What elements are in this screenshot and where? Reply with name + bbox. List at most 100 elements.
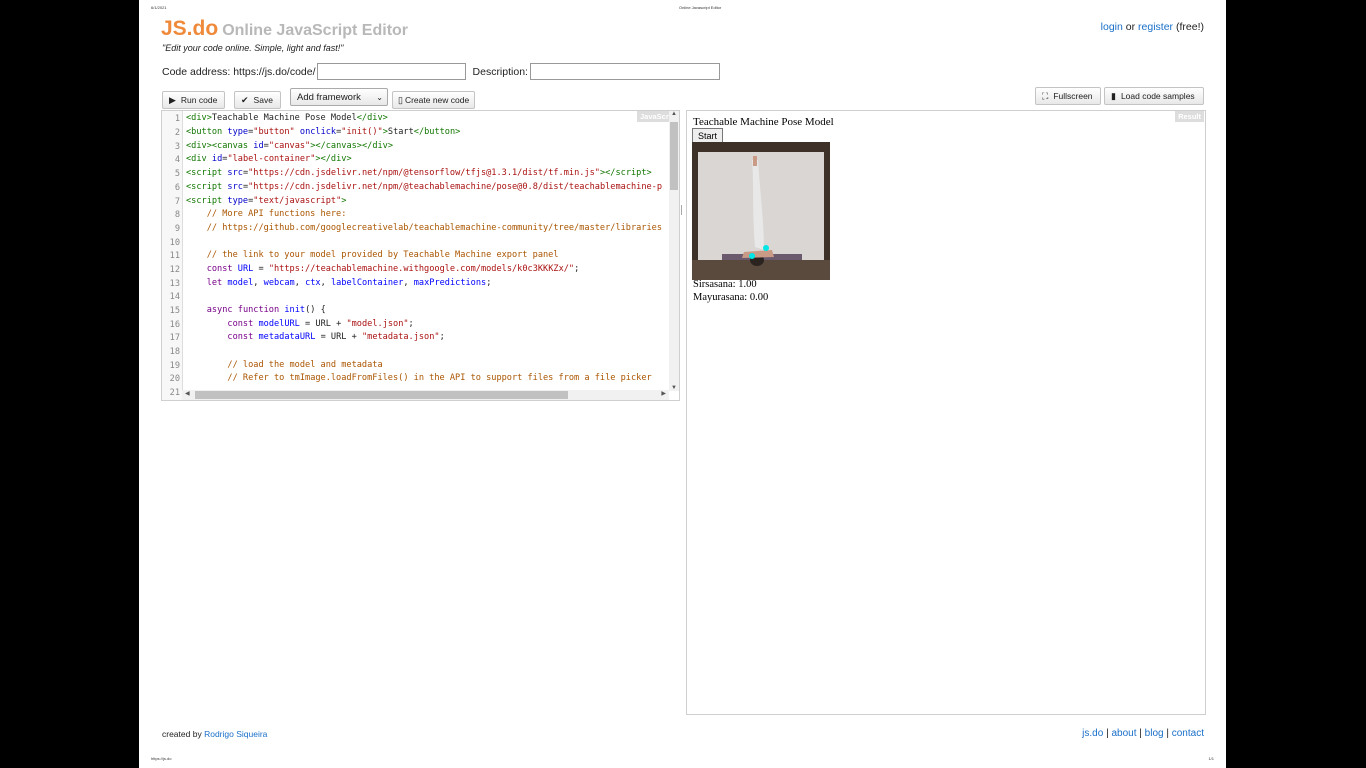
print-title: Online Javascript Editor (679, 5, 722, 10)
code-line[interactable]: const modelURL = URL + "model.json"; (186, 318, 413, 331)
code-line[interactable]: // More API functions here: (186, 208, 347, 221)
code-line[interactable]: // https://github.com/googlecreativelab/… (186, 222, 662, 235)
line-number: 10 (169, 238, 180, 248)
print-date: 6/1/2021 (151, 5, 167, 10)
result-title: Teachable Machine Pose Model (693, 116, 834, 128)
save-button[interactable]: ✔ Save (234, 91, 281, 109)
code-address-input[interactable] (316, 63, 466, 80)
line-number: 5 (174, 169, 180, 179)
code-line[interactable]: <div>Teachable Machine Pose Model</div> (186, 112, 388, 125)
editor-horizontal-scroll-thumb[interactable] (195, 391, 568, 399)
code-line[interactable]: // Refer to tmImage.loadFromFiles() in t… (186, 372, 651, 385)
code-line[interactable]: <script type="text/javascript"> (186, 195, 346, 208)
start-button[interactable]: Start (692, 128, 724, 143)
line-number-gutter: 1 2 3 4 5 6 7 8 9 10 11 12 13 14 15 16 1… (162, 111, 183, 400)
created-by-text: created by (162, 729, 202, 739)
pose-canvas (692, 142, 830, 280)
code-line[interactable]: let model, webcam, ctx, labelContainer, … (186, 277, 492, 290)
line-number: 8 (174, 210, 180, 220)
code-address-label: Code address: https://js.do/code/ (162, 65, 316, 78)
fullscreen-label: Fullscreen (1053, 91, 1093, 101)
play-icon: ▶ (169, 94, 176, 105)
result-label: Result (1175, 111, 1204, 122)
run-code-button[interactable]: ▶ Run code (162, 91, 225, 109)
logo-subtitle: Online JavaScript Editor (222, 22, 409, 39)
keypoint-dot (763, 245, 769, 251)
code-line[interactable]: const metadataURL = URL + "metadata.json… (186, 331, 444, 344)
logo-brand: JS.do (161, 17, 219, 40)
line-number: 19 (169, 361, 180, 371)
code-line[interactable]: // the link to your model provided by Te… (186, 249, 559, 262)
editor-vertical-scroll-thumb[interactable] (670, 122, 678, 190)
code-line[interactable]: <script src="https://cdn.jsdelivr.net/np… (186, 181, 662, 194)
register-link[interactable]: register (1138, 21, 1173, 33)
code-line[interactable]: <script src="https://cdn.jsdelivr.net/np… (186, 167, 652, 180)
code-line[interactable]: const URL = "https://teachablemachine.wi… (186, 263, 580, 276)
code-line[interactable]: // load the model and metadata (186, 359, 382, 372)
footer-link-blog[interactable]: blog (1145, 728, 1164, 739)
free-text: (free!) (1175, 21, 1204, 33)
add-framework-select[interactable]: Add framework ⌄ (290, 88, 388, 106)
document-icon: ▯ (398, 94, 403, 105)
fullscreen-icon: ⛶ (1042, 90, 1049, 101)
footer-link-about[interactable]: about (1111, 728, 1136, 739)
add-framework-label: Add framework (297, 91, 361, 103)
code-line[interactable]: <div id="label-container"></div> (186, 153, 352, 166)
footer-link-contact[interactable]: contact (1172, 728, 1204, 739)
line-number: 11 (169, 251, 180, 261)
line-number: 2 (174, 128, 180, 138)
tagline: "Edit your code online. Simple, light an… (162, 43, 344, 53)
scroll-right-icon[interactable]: ▶ (661, 390, 666, 397)
editor-horizontal-scrollbar[interactable]: ◀ ▶ (182, 390, 669, 400)
create-new-code-button[interactable]: ▯ Create new code (392, 91, 475, 109)
line-number: 15 (169, 306, 180, 316)
save-label: Save (253, 95, 273, 105)
description-label: Description: (472, 65, 528, 78)
code-line[interactable]: async function init() { (186, 304, 326, 317)
line-number: 9 (174, 224, 180, 234)
scroll-left-icon[interactable]: ◀ (185, 390, 190, 397)
code-line[interactable]: <button type="button" onclick="init()">S… (186, 126, 460, 139)
code-address-row: Code address: https://js.do/code/ Descri… (162, 63, 720, 80)
line-number: 3 (174, 142, 180, 152)
separator: | (1106, 728, 1109, 739)
chevron-down-icon: ⌄ (376, 92, 383, 102)
file-icon: ▮ (1111, 90, 1116, 101)
line-number: 21 (169, 388, 180, 398)
page: 6/1/2021 Online Javascript Editor JS.do O… (139, 0, 1226, 768)
author-link[interactable]: Rodrigo Siqueira (204, 729, 267, 739)
footer-links: js.do | about | blog | contact (1082, 728, 1204, 739)
prediction-label: Sirsasana: 1.00 (693, 279, 757, 290)
description-input[interactable] (529, 63, 720, 80)
run-code-label: Run code (180, 95, 218, 105)
footer-credit: created by Rodrigo Siqueira (162, 729, 267, 739)
fullscreen-button[interactable]: ⛶ Fullscreen (1035, 87, 1101, 105)
create-new-code-label: Create new code (404, 95, 470, 105)
line-number: 4 (174, 155, 180, 165)
line-number: 20 (169, 374, 180, 384)
line-number: 16 (169, 320, 180, 330)
line-number: 7 (174, 197, 180, 207)
or-text: or (1125, 21, 1136, 33)
separator: | (1139, 728, 1142, 739)
print-url: https://js.do (151, 756, 172, 761)
webcam-image (692, 142, 830, 280)
line-number: 1 (174, 114, 180, 124)
check-icon: ✔ (241, 94, 249, 105)
editor-vertical-scrollbar[interactable]: ▲ ▼ (669, 111, 679, 391)
footer-link-jsdo[interactable]: js.do (1082, 728, 1103, 739)
line-number: 14 (169, 292, 180, 302)
prediction-label: Mayurasana: 0.00 (693, 292, 769, 303)
line-number: 18 (169, 347, 180, 357)
scroll-down-icon[interactable]: ▼ (671, 385, 677, 391)
code-editor[interactable]: 1 2 3 4 5 6 7 8 9 10 11 12 13 14 15 16 1… (161, 110, 680, 401)
logo[interactable]: JS.do Online JavaScript Editor (161, 17, 408, 41)
code-line[interactable]: <div><canvas id="canvas"></canvas></div> (186, 140, 393, 153)
auth-links: login or register (free!) (1101, 21, 1204, 33)
login-link[interactable]: login (1101, 21, 1123, 33)
scroll-up-icon[interactable]: ▲ (671, 111, 677, 117)
keypoint-dot (749, 253, 755, 259)
load-code-samples-button[interactable]: ▮ Load code samples (1104, 87, 1204, 105)
line-number: 17 (169, 333, 180, 343)
line-number: 12 (169, 265, 180, 275)
